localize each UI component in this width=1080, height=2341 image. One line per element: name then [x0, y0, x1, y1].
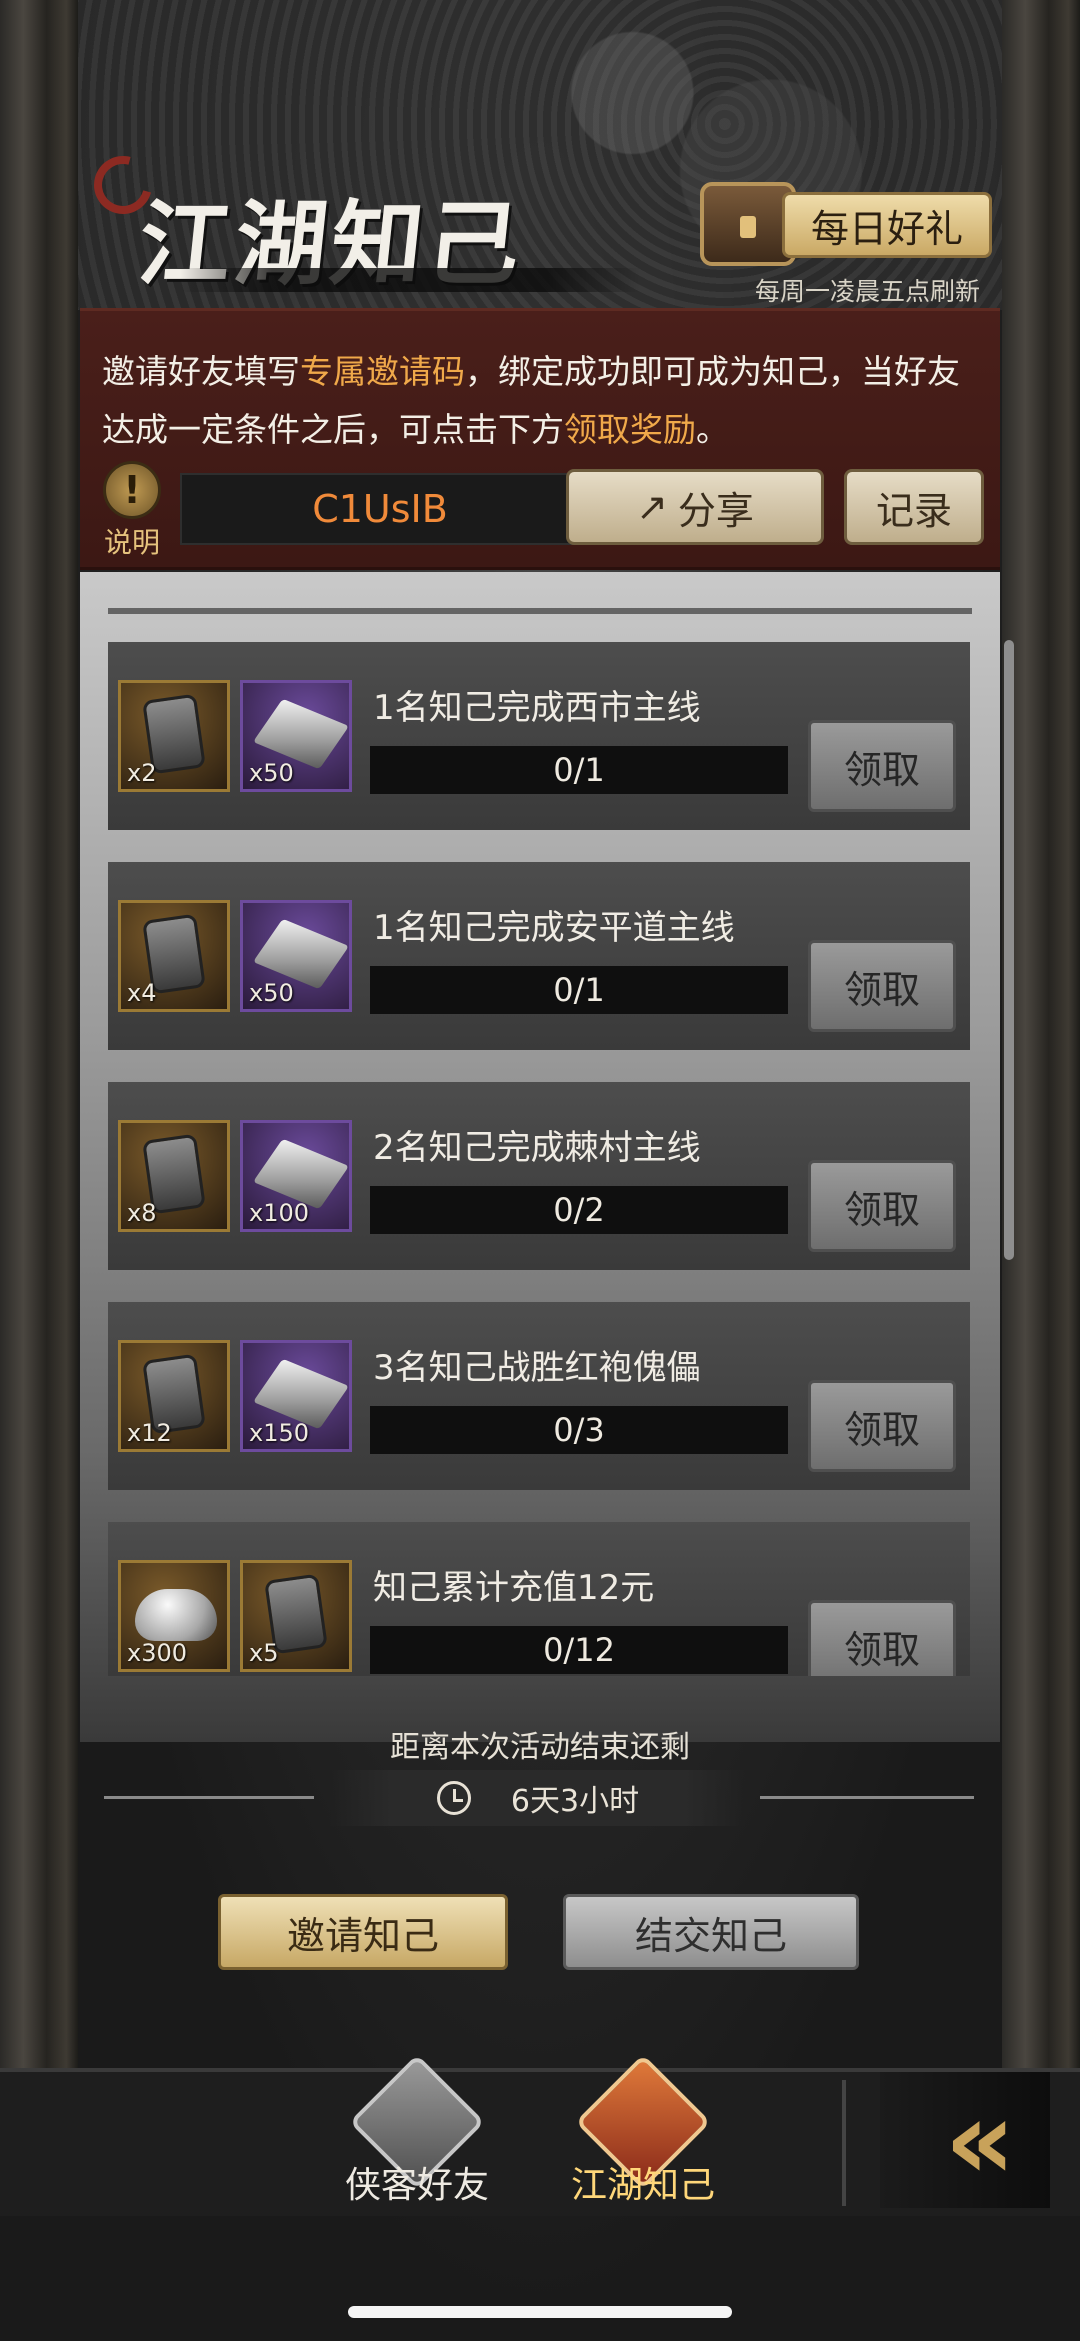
reward-slot[interactable]: x50 — [240, 900, 352, 1012]
befriend-button[interactable]: 结交知己 — [563, 1894, 859, 1970]
task-progress: 0/2 — [370, 1186, 788, 1234]
task-row: x4 x50 1名知己完成安平道主线 0/1 领取 — [108, 862, 970, 1050]
tab-divider — [842, 2080, 846, 2206]
reward-qty: x150 — [249, 1419, 310, 1447]
reward-slot[interactable]: x12 — [118, 1340, 230, 1452]
countdown-label: 距离本次活动结束还剩 — [390, 1730, 690, 1765]
claim-button[interactable]: 领取 — [808, 1380, 956, 1472]
reward-qty: x12 — [127, 1419, 172, 1447]
claim-button[interactable]: 领取 — [808, 720, 956, 812]
tab-hero-friends[interactable]: 侠客好友 — [332, 2054, 502, 2216]
reward-slot[interactable]: x300 — [118, 1560, 230, 1672]
reward-qty: x50 — [249, 979, 294, 1007]
reward-qty: x8 — [127, 1199, 157, 1227]
task-progress: 0/1 — [370, 966, 788, 1014]
double-chevron-left-icon: « — [944, 2076, 1015, 2204]
silver-ingot-icon — [135, 1589, 217, 1641]
reward-slot[interactable]: x5 — [240, 1560, 352, 1672]
countdown-rule-right — [760, 1796, 974, 1799]
task-title: 3名知己战胜红袍傀儡 — [373, 1348, 701, 1388]
reward-slot[interactable]: x4 — [118, 900, 230, 1012]
reward-slot[interactable]: x50 — [240, 680, 352, 792]
reward-qty: x100 — [249, 1199, 310, 1227]
countdown-rule-left — [104, 1796, 314, 1799]
countdown-timer: 6天3小时 — [330, 1770, 746, 1826]
task-row: x300 x5 知己累计充值12元 0/12 领取 — [108, 1522, 970, 1676]
reward-qty: x300 — [127, 1639, 188, 1667]
task-row: x2 x50 1名知己完成西市主线 0/1 领取 — [108, 642, 970, 830]
task-title: 2名知己完成棘村主线 — [373, 1128, 701, 1168]
back-button[interactable]: « — [880, 2072, 1050, 2208]
home-indicator[interactable] — [348, 2306, 732, 2318]
tab-label: 侠客好友 — [344, 2165, 489, 2206]
claim-button[interactable]: 领取 — [808, 940, 956, 1032]
reward-slot[interactable]: x100 — [240, 1120, 352, 1232]
tab-label: 江湖知己 — [570, 2165, 715, 2206]
task-title: 1名知己完成安平道主线 — [373, 908, 735, 948]
task-title: 1名知己完成西市主线 — [373, 688, 701, 728]
claim-button[interactable]: 领取 — [808, 1160, 956, 1252]
claim-button[interactable]: 领取 — [808, 1600, 956, 1676]
invite-friend-button[interactable]: 邀请知己 — [218, 1894, 508, 1970]
task-list[interactable]: x2 x50 1名知己完成西市主线 0/1 领取 x4 x50 1名知己完成安平… — [0, 0, 1080, 1676]
clock-icon — [436, 1781, 471, 1815]
reward-qty: x5 — [249, 1639, 279, 1667]
reward-qty: x50 — [249, 759, 294, 787]
task-progress: 0/1 — [370, 746, 788, 794]
reward-slot[interactable]: x150 — [240, 1340, 352, 1452]
task-progress: 0/12 — [370, 1626, 788, 1674]
countdown-value: 6天3小时 — [510, 1784, 640, 1819]
reward-qty: x4 — [127, 979, 157, 1007]
tab-jianghu-friends[interactable]: 江湖知己 — [558, 2054, 728, 2216]
reward-slot[interactable]: x8 — [118, 1120, 230, 1232]
task-row: x8 x100 2名知己完成棘村主线 0/2 领取 — [108, 1082, 970, 1270]
task-progress: 0/3 — [370, 1406, 788, 1454]
reward-slot[interactable]: x2 — [118, 680, 230, 792]
reward-qty: x2 — [127, 759, 157, 787]
task-row: x12 x150 3名知己战胜红袍傀儡 0/3 领取 — [108, 1302, 970, 1490]
task-title: 知己累计充值12元 — [373, 1568, 655, 1608]
